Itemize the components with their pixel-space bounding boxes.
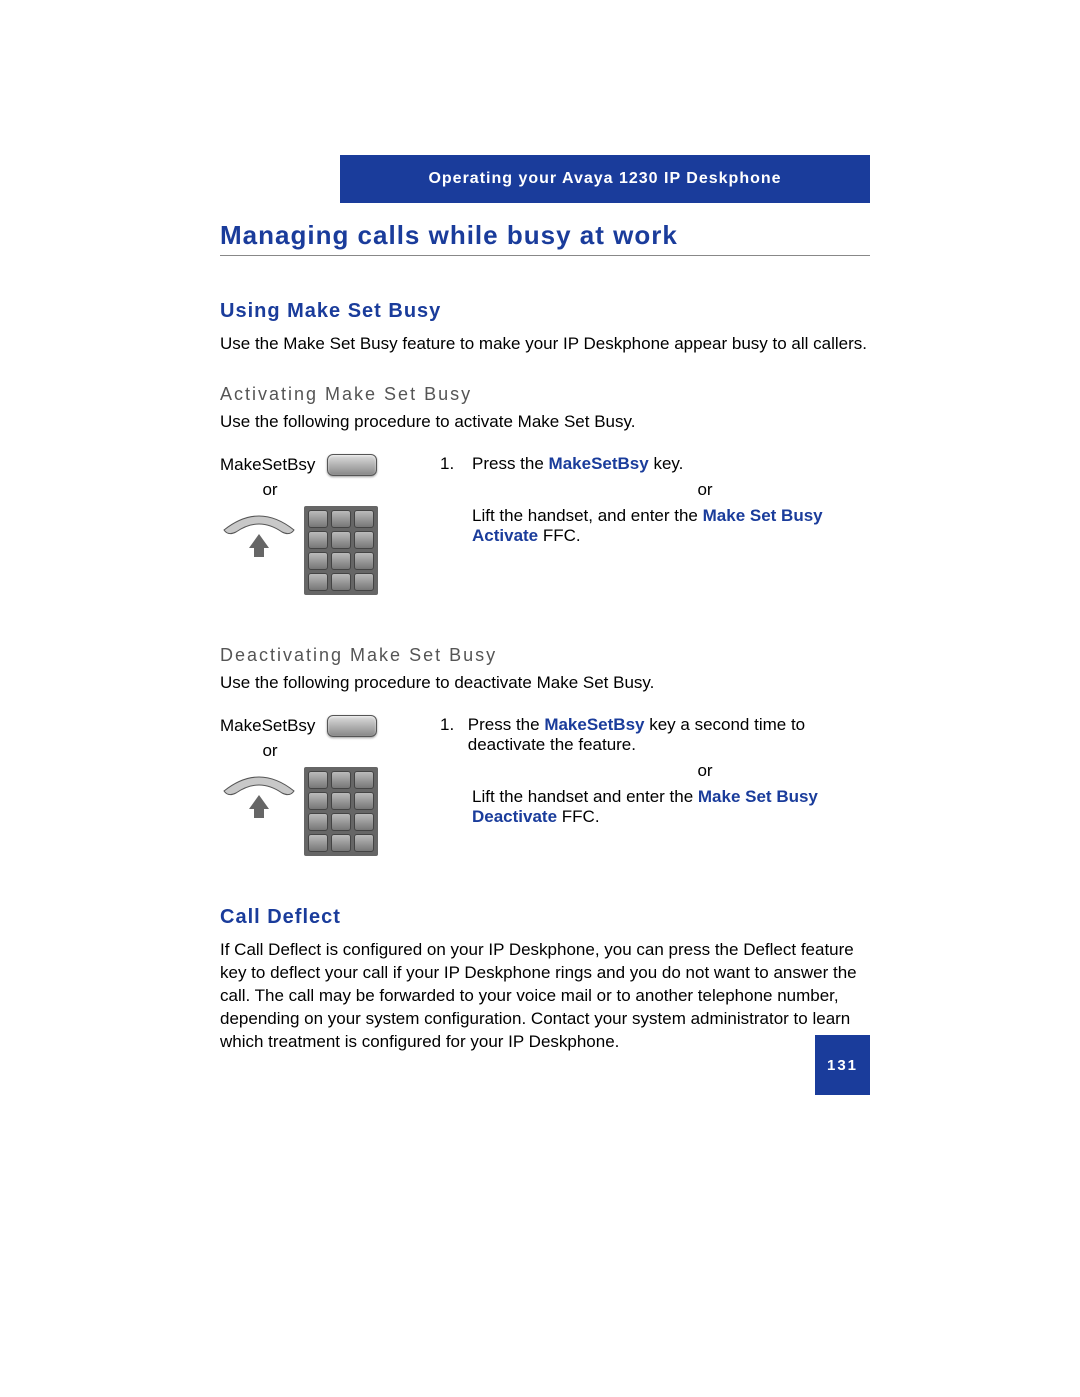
activating-step2-text: Lift the handset, and enter the Make Set… — [472, 506, 870, 546]
arrow-up-icon — [249, 795, 269, 809]
activating-handset-keypad — [220, 506, 420, 595]
page-number: 131 — [827, 1057, 858, 1074]
text-fragment: Press the — [472, 454, 549, 473]
page-number-box: 131 — [815, 1035, 870, 1095]
bold-key-name: MakeSetBsy — [549, 454, 649, 473]
softkey-icon — [327, 715, 377, 737]
activating-step1-text: Press the MakeSetBsy key. — [472, 454, 683, 474]
softkey-icon — [327, 454, 377, 476]
deactivating-or-left: or — [220, 741, 320, 761]
deactivating-step2-text: Lift the handset and enter the Make Set … — [472, 787, 870, 827]
page-title: Managing calls while busy at work — [220, 220, 870, 256]
bold-key-name: MakeSetBsy — [544, 715, 644, 734]
call-deflect-body: If Call Deflect is configured on your IP… — [220, 939, 870, 1054]
activating-procedure: MakeSetBsy or — [220, 454, 870, 595]
arrow-up-icon — [249, 534, 269, 548]
keypad-icon — [304, 767, 378, 856]
handset-icon — [220, 510, 298, 557]
step-number: 1. — [440, 454, 460, 474]
activating-left-col: MakeSetBsy or — [220, 454, 420, 595]
running-header-text: Operating your Avaya 1230 IP Deskphone — [428, 170, 781, 188]
handset-icon — [220, 771, 298, 818]
arrow-stem — [254, 808, 264, 818]
activating-key-label: MakeSetBsy — [220, 455, 315, 475]
keypad-icon — [304, 506, 378, 595]
deactivating-step1: 1. Press the MakeSetBsy key a second tim… — [440, 715, 870, 755]
deactivating-handset-keypad — [220, 767, 420, 856]
activating-or-right: or — [540, 480, 870, 500]
call-deflect-title: Call Deflect — [220, 906, 870, 929]
deactivating-title: Deactivating Make Set Busy — [220, 645, 870, 666]
deactivating-right-col: 1. Press the MakeSetBsy key a second tim… — [440, 715, 870, 856]
activating-or-left: or — [220, 480, 320, 500]
activating-step1: 1. Press the MakeSetBsy key. — [440, 454, 870, 474]
section-using-make-set-busy-intro: Use the Make Set Busy feature to make yo… — [220, 333, 870, 356]
step-number: 1. — [440, 715, 456, 755]
activating-title: Activating Make Set Busy — [220, 384, 870, 405]
deactivating-left-col: MakeSetBsy or — [220, 715, 420, 856]
section-using-make-set-busy-title: Using Make Set Busy — [220, 300, 870, 323]
running-header: Operating your Avaya 1230 IP Deskphone — [340, 155, 870, 203]
text-fragment: FFC. — [557, 807, 600, 826]
arrow-stem — [254, 547, 264, 557]
text-fragment: Lift the handset and enter the — [472, 787, 698, 806]
content-area: Managing calls while busy at work Using … — [220, 210, 870, 1060]
deactivating-procedure: MakeSetBsy or — [220, 715, 870, 856]
text-fragment: Press the — [468, 715, 545, 734]
activating-right-col: 1. Press the MakeSetBsy key. or Lift the… — [440, 454, 870, 595]
deactivating-key-row: MakeSetBsy — [220, 715, 420, 737]
text-fragment: key. — [649, 454, 684, 473]
page: Operating your Avaya 1230 IP Deskphone M… — [0, 0, 1080, 1397]
text-fragment: Lift the handset, and enter the — [472, 506, 703, 525]
activating-key-row: MakeSetBsy — [220, 454, 420, 476]
deactivating-step1-text: Press the MakeSetBsy key a second time t… — [468, 715, 870, 755]
deactivating-key-label: MakeSetBsy — [220, 716, 315, 736]
text-fragment: FFC. — [538, 526, 581, 545]
activating-intro: Use the following procedure to activate … — [220, 411, 870, 434]
deactivating-intro: Use the following procedure to deactivat… — [220, 672, 870, 695]
deactivating-or-right: or — [540, 761, 870, 781]
